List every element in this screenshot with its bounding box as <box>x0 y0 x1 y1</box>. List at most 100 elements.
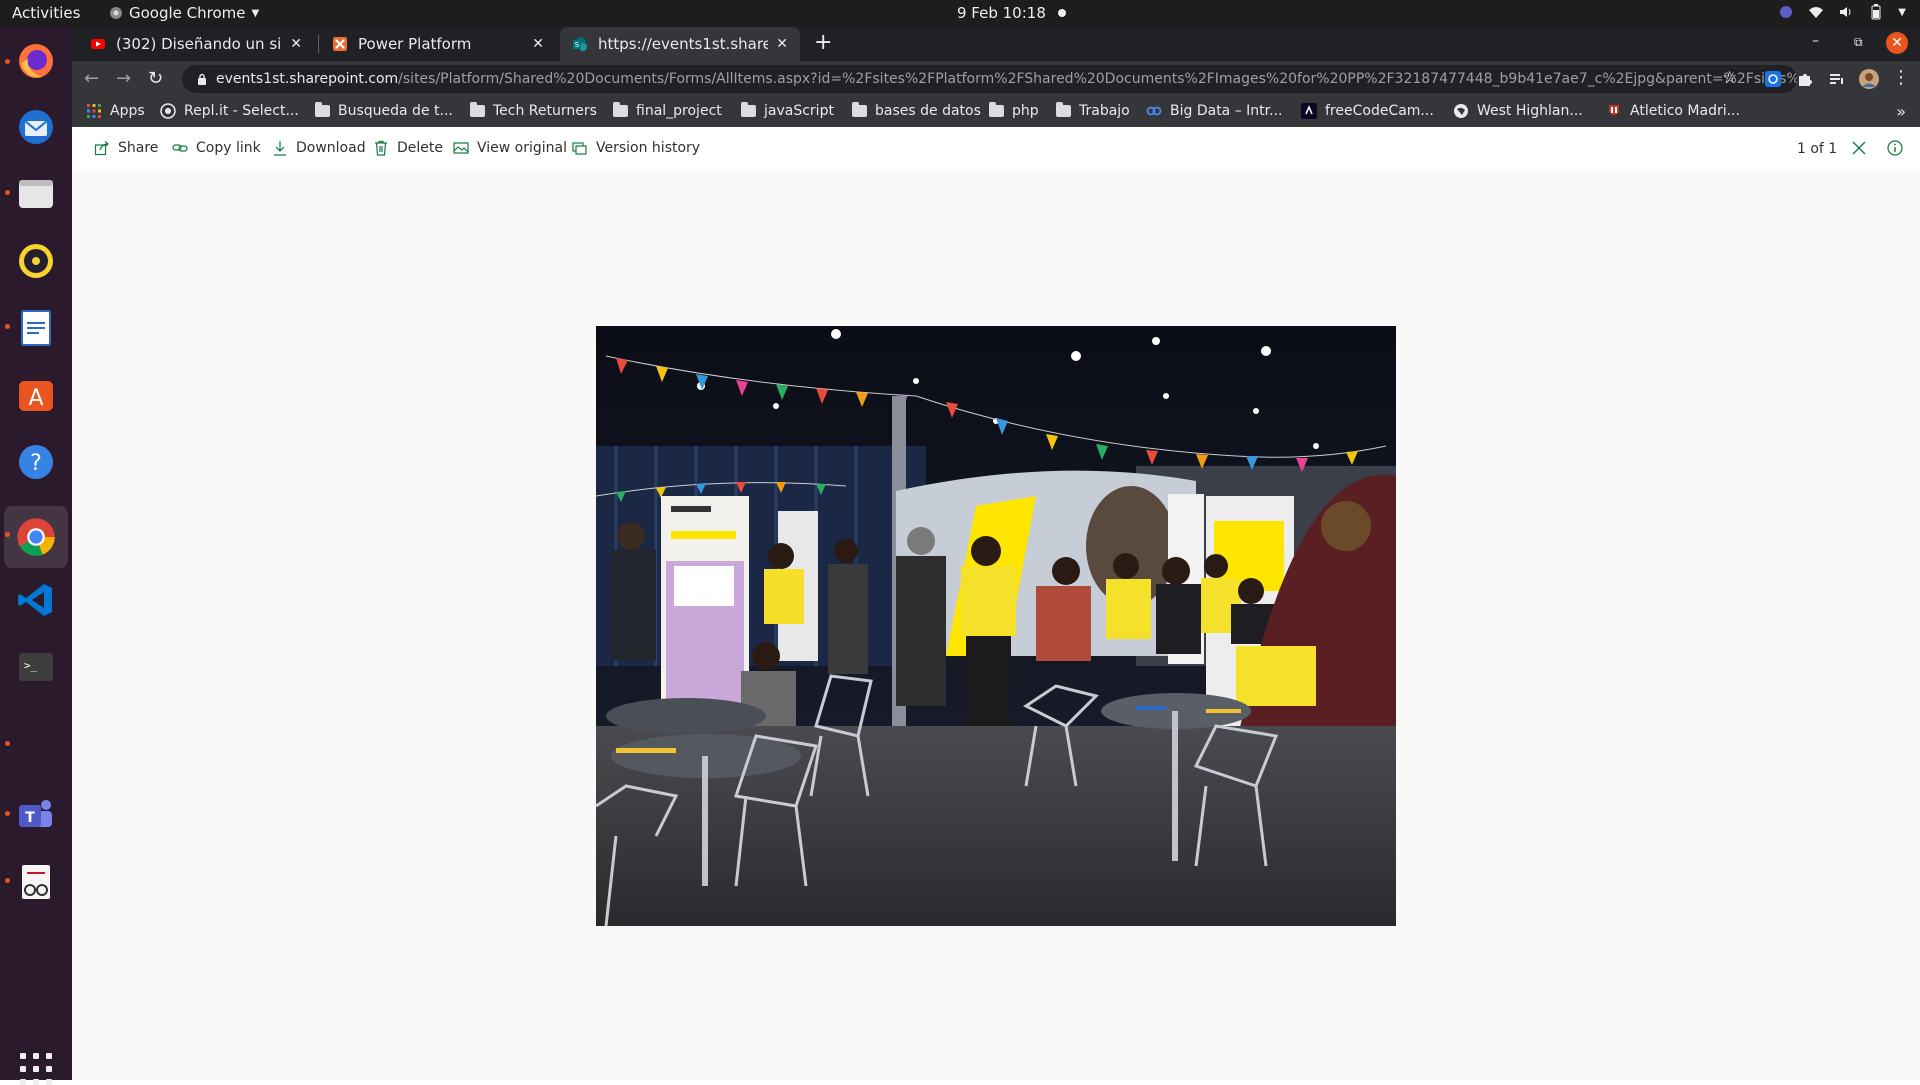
atletico-icon <box>1609 105 1619 115</box>
download-label: Download <box>296 140 366 156</box>
tab-sharepoint[interactable]: S https://events1st.sharep ✕ <box>560 27 800 61</box>
minimize-icon[interactable]: – <box>1812 33 1819 49</box>
bookmark-label: Trabajo <box>1079 103 1130 119</box>
tab-power-platform[interactable]: Power Platform ✕ <box>320 27 556 61</box>
bookmark-star-icon[interactable]: ☆ <box>1722 68 1737 88</box>
page-counter: 1 of 1 <box>1797 141 1838 157</box>
wifi-icon[interactable] <box>1808 4 1824 20</box>
bookmark-atletico[interactable]: Atletico Madri... <box>1606 103 1740 119</box>
new-tab-button[interactable]: + <box>814 30 832 55</box>
tab-title: Power Platform <box>358 35 472 53</box>
share-label: Share <box>118 140 159 156</box>
bookmark-apps[interactable]: Apps <box>86 103 145 119</box>
writer-launcher[interactable] <box>12 304 60 352</box>
battery-icon[interactable] <box>1868 4 1884 20</box>
back-icon[interactable]: ← <box>84 68 99 89</box>
running-indicator-icon <box>5 532 10 537</box>
media-controls-icon[interactable] <box>1828 70 1846 88</box>
link-icon <box>172 144 188 152</box>
forward-icon[interactable]: → <box>116 68 131 89</box>
bookmark-folder-trabajo[interactable]: Trabajo <box>1056 102 1130 119</box>
folder-icon <box>315 102 330 117</box>
firefox-icon <box>19 44 53 78</box>
folder-icon <box>852 102 867 117</box>
extensions-puzzle-icon[interactable] <box>1796 70 1814 88</box>
bookmark-folder-javascript[interactable]: javaScript <box>741 102 834 119</box>
firefox-launcher[interactable] <box>12 37 60 85</box>
running-indicator-icon <box>5 741 10 746</box>
clock[interactable]: 9 Feb 10:18 <box>957 4 1066 22</box>
dock: A ? >_ T <box>0 27 72 1085</box>
bookmark-west-highland[interactable]: West Highlan... <box>1453 103 1583 119</box>
event-photo <box>596 326 1396 926</box>
bookmark-folder-final-project[interactable]: final_project <box>613 102 722 119</box>
bookmark-folder-busqueda[interactable]: Busqueda de t... <box>315 102 453 119</box>
system-menu-chevron-icon[interactable]: ▼ <box>1898 7 1906 18</box>
close-icon[interactable] <box>1851 140 1867 156</box>
bookmark-freecodecamp[interactable]: freeCodeCam... <box>1301 103 1434 119</box>
chrome-launcher[interactable] <box>4 506 68 568</box>
extension-icon[interactable] <box>1764 70 1782 88</box>
share-button[interactable]: Share <box>94 140 158 156</box>
terminal-launcher[interactable]: >_ <box>12 643 60 691</box>
bookmark-label: Busqueda de t... <box>338 103 453 119</box>
restore-icon[interactable]: ⧉ <box>1854 35 1863 50</box>
delete-button[interactable]: Delete <box>373 140 443 156</box>
help-launcher[interactable]: ? <box>12 438 60 486</box>
software-launcher[interactable]: A <box>12 371 60 419</box>
running-indicator-icon <box>5 878 10 883</box>
files-icon <box>19 180 53 208</box>
close-icon[interactable]: ✕ <box>776 36 788 52</box>
system-tray[interactable]: ▼ <box>1778 4 1906 20</box>
document-viewer-launcher[interactable] <box>12 858 60 906</box>
apps-grid-icon <box>87 104 101 118</box>
thunderbird-launcher[interactable] <box>12 103 60 151</box>
trash-icon <box>375 140 387 156</box>
teams-launcher[interactable]: T <box>12 791 60 839</box>
bookmark-big-data[interactable]: Big Data – Intr... <box>1146 103 1282 119</box>
tab-youtube[interactable]: (302) Diseñando un sideb ✕ <box>78 27 314 61</box>
view-original-button[interactable]: View original <box>453 140 567 156</box>
url-path: /sites/Platform/Shared%20Documents/Forms… <box>398 71 1797 87</box>
app-menu[interactable]: Google Chrome ▼ <box>109 4 259 22</box>
bookmark-folder-tech-returners[interactable]: Tech Returners <box>470 102 597 119</box>
running-indicator-icon <box>5 324 10 329</box>
command-bar: Share Copy link Download Delete View ori… <box>72 127 1920 171</box>
download-button[interactable]: Download <box>272 140 366 156</box>
address-bar[interactable]: events1st.sharepoint.com/sites/Platform/… <box>182 65 1797 93</box>
bookmark-label: Apps <box>110 103 145 119</box>
browser-window: (302) Diseñando un sideb ✕ Power Platfor… <box>72 27 1920 1080</box>
bookmark-label: javaScript <box>764 103 834 119</box>
document-viewer-icon <box>22 865 50 899</box>
volume-icon[interactable] <box>1838 4 1854 20</box>
terminal-icon: >_ <box>19 653 53 681</box>
bookmark-replit[interactable]: Repl.it - Select... <box>160 103 299 119</box>
browser-toolbar: ← → ↻ events1st.sharepoint.com/sites/Pla… <box>72 61 1920 97</box>
svg-text:S: S <box>575 41 580 49</box>
copy-link-button[interactable]: Copy link <box>172 140 261 156</box>
window-close-button[interactable]: ✕ <box>1886 32 1908 54</box>
rhythmbox-launcher[interactable] <box>12 237 60 285</box>
svg-text:T: T <box>25 810 35 826</box>
bookmark-folder-php[interactable]: php <box>989 102 1039 119</box>
youtube-icon <box>91 39 105 49</box>
bookmark-label: php <box>1012 103 1039 119</box>
version-history-button[interactable]: Version history <box>572 140 700 156</box>
reload-icon[interactable]: ↻ <box>148 68 163 89</box>
share-icon <box>94 141 109 156</box>
files-launcher[interactable] <box>12 170 60 218</box>
chrome-menu-icon[interactable]: ⋮ <box>1892 67 1910 88</box>
close-icon[interactable]: ✕ <box>532 36 544 52</box>
activities-button[interactable]: Activities <box>12 4 80 22</box>
close-icon[interactable]: ✕ <box>290 36 302 52</box>
profile-avatar[interactable] <box>1858 68 1880 90</box>
info-icon[interactable] <box>1887 140 1903 156</box>
bookmark-folder-bases-de-datos[interactable]: bases de datos <box>852 102 981 119</box>
teams-tray-icon[interactable] <box>1778 4 1794 20</box>
vscode-launcher[interactable] <box>12 576 60 624</box>
bookmarks-overflow-icon[interactable]: » <box>1896 102 1906 121</box>
delete-label: Delete <box>397 140 443 156</box>
app-menu-label: Google Chrome <box>129 4 246 22</box>
tab-strip: (302) Diseñando un sideb ✕ Power Platfor… <box>72 27 1920 61</box>
show-applications-icon[interactable] <box>20 1053 52 1085</box>
